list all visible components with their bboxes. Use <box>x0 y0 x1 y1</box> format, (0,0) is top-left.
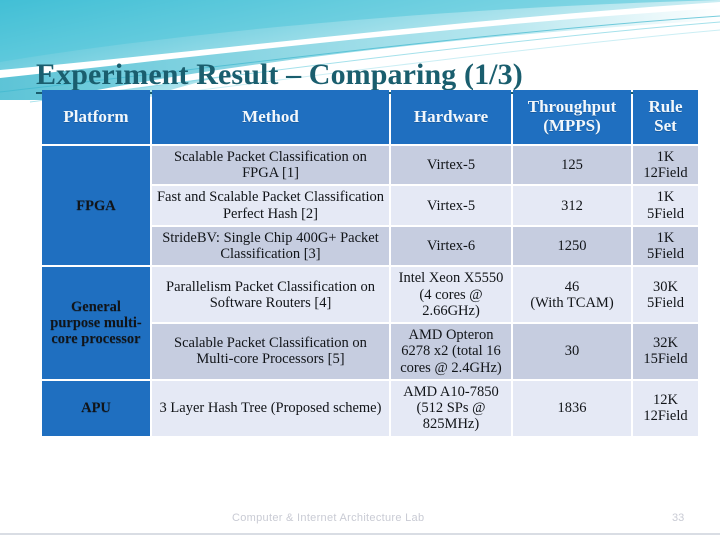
hardware-cell: Virtex-5 <box>391 186 511 225</box>
hardware-cell: Virtex-6 <box>391 226 511 266</box>
rule-label-main: Rule <box>648 97 683 117</box>
rule-set-fields: 12Field <box>643 165 688 182</box>
rule-set-size: 30K <box>653 278 678 295</box>
method-cell: Scalable Packet Classification on Multi-… <box>152 324 389 379</box>
column-header-throughput: Throughput (MPPS) <box>513 90 631 144</box>
throughput-cell: 46 (With TCAM) <box>513 267 631 323</box>
comparison-table-container: Platform Method Hardware Throughput (MPP… <box>40 88 698 438</box>
throughput-cell: 30 <box>513 324 631 379</box>
throughput-note: (With TCAM) <box>530 294 614 311</box>
method-cell: Fast and Scalable Packet Classification … <box>152 186 389 225</box>
rule-set-fields: 12Field <box>643 408 688 425</box>
rule-label-sub: Set <box>654 116 677 135</box>
rule-set-size: 1K <box>656 189 675 206</box>
table-row: APU 3 Layer Hash Tree (Proposed scheme) … <box>42 380 698 436</box>
column-header-method: Method <box>152 90 389 144</box>
throughput-cell: 1250 <box>513 226 631 266</box>
footer-lab-name: Computer & Internet Architecture Lab <box>232 512 425 524</box>
platform-cell-general-purpose: General purpose multi-core processor <box>42 267 150 379</box>
rule-set-cell: 1K 12Field <box>633 146 698 185</box>
table-row: FPGA Scalable Packet Classification on F… <box>42 146 698 266</box>
table-row: General purpose multi-core processor Par… <box>42 267 698 379</box>
throughput-cell: 312 <box>513 186 631 225</box>
throughput-label-main: Throughput <box>527 97 617 117</box>
table-header-row: Platform Method Hardware Throughput (MPP… <box>42 90 698 144</box>
rule-set-cell: 1K 5Field <box>633 226 698 266</box>
throughput-cell: 1836 <box>513 380 631 436</box>
footer-page-number: 33 <box>672 512 685 524</box>
hardware-cell: AMD Opteron 6278 x2 (total 16 cores @ 2.… <box>391 324 511 379</box>
platform-cell-apu: APU <box>42 380 150 436</box>
column-header-hardware: Hardware <box>391 90 511 144</box>
platform-cell-fpga: FPGA <box>42 146 150 266</box>
footer-divider <box>0 533 720 535</box>
throughput-label-unit: (MPPS) <box>543 116 601 135</box>
page-title: Experiment Result – Comparing (1/3) <box>36 58 523 91</box>
rule-set-fields: 15Field <box>643 351 688 368</box>
method-cell: StrideBV: Single Chip 400G+ Packet Class… <box>152 226 389 266</box>
method-cell: 3 Layer Hash Tree (Proposed scheme) <box>152 380 389 436</box>
rule-set-cell: 32K 15Field <box>633 324 698 379</box>
rule-set-size: 32K <box>653 335 678 352</box>
hardware-cell: Intel Xeon X5550 (4 cores @ 2.66GHz) <box>391 267 511 323</box>
rule-set-fields: 5Field <box>646 246 685 263</box>
hardware-cell: Virtex-5 <box>391 146 511 185</box>
rule-set-size: 12K <box>653 391 678 408</box>
hardware-cell: AMD A10-7850 (512 SPs @ 825MHz) <box>391 380 511 436</box>
method-cell: Scalable Packet Classification on FPGA [… <box>152 146 389 185</box>
column-header-platform: Platform <box>42 90 150 144</box>
column-header-rule-set: Rule Set <box>633 90 698 144</box>
comparison-table: Platform Method Hardware Throughput (MPP… <box>40 88 700 438</box>
rule-set-size: 1K <box>656 229 675 246</box>
rule-set-cell: 30K 5Field <box>633 267 698 323</box>
method-cell: Parallelism Packet Classification on Sof… <box>152 267 389 323</box>
rule-set-fields: 5Field <box>646 294 685 311</box>
rule-set-fields: 5Field <box>646 205 685 222</box>
throughput-value: 46 <box>564 278 580 295</box>
rule-set-cell: 12K 12Field <box>633 380 698 436</box>
rule-set-size: 1K <box>656 149 675 165</box>
rule-set-cell: 1K 5Field <box>633 186 698 225</box>
throughput-cell: 125 <box>513 146 631 185</box>
